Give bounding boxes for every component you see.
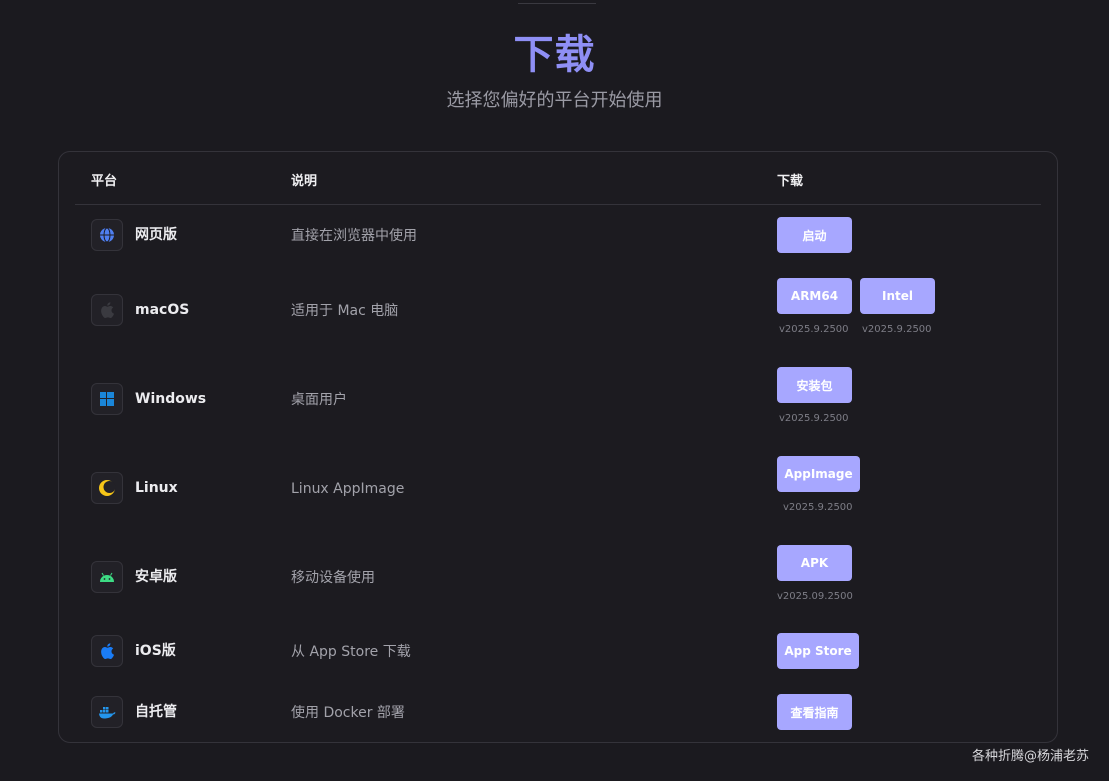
page-subtitle: 选择您偏好的平台开始使用	[446, 90, 663, 111]
linux-moon-icon	[91, 472, 123, 504]
download-linux-appimage-button[interactable]: AppImage	[777, 456, 860, 492]
platform-description: 直接在浏览器中使用	[291, 228, 417, 244]
version-label: v2025.9.2500	[862, 324, 932, 335]
android-icon	[91, 561, 123, 593]
platform-name: macOS	[135, 302, 190, 318]
column-header-description: 说明	[291, 174, 318, 189]
platform-description: 移动设备使用	[291, 570, 375, 586]
platform-name: Linux	[135, 480, 178, 496]
platform-description: 适用于 Mac 电脑	[291, 303, 399, 319]
platform-description: 从 App Store 下载	[291, 644, 411, 660]
version-label: v2025.9.2500	[779, 324, 849, 335]
platform-name: 安卓版	[135, 569, 177, 585]
platform-description: Linux AppImage	[291, 481, 405, 497]
platform-description: 桌面用户	[291, 392, 347, 408]
platform-name: iOS版	[135, 643, 176, 659]
app-store-button[interactable]: App Store	[777, 633, 859, 669]
apple-icon	[91, 635, 123, 667]
download-macos-arm64-button[interactable]: ARM64	[777, 278, 852, 314]
table-header: 平台 说明 下载	[75, 152, 1041, 205]
docker-icon	[91, 696, 123, 728]
platform-name: 自托管	[135, 704, 177, 720]
download-macos-intel-button[interactable]: Intel	[860, 278, 935, 314]
globe-icon	[91, 219, 123, 251]
watermark-text: 各种折腾@杨浦老苏	[971, 749, 1089, 764]
platform-description: 使用 Docker 部署	[291, 705, 405, 721]
apple-icon	[91, 294, 123, 326]
page-title: 下载	[513, 32, 596, 78]
view-guide-button[interactable]: 查看指南	[777, 694, 852, 730]
column-header-download: 下载	[777, 174, 804, 189]
column-header-platform: 平台	[91, 174, 118, 189]
top-divider	[518, 3, 596, 4]
download-windows-installer-button[interactable]: 安装包	[777, 367, 852, 403]
download-table: 平台 说明 下载 网页版 直接在浏览器中使用 启动 macOS 适用于 Mac …	[58, 151, 1058, 743]
windows-icon	[91, 383, 123, 415]
platform-name: 网页版	[135, 227, 177, 243]
download-android-apk-button[interactable]: APK	[777, 545, 852, 581]
launch-web-button[interactable]: 启动	[777, 217, 852, 253]
version-label: v2025.9.2500	[783, 502, 853, 513]
version-label: v2025.9.2500	[779, 413, 849, 424]
version-label: v2025.09.2500	[777, 591, 853, 602]
platform-name: Windows	[135, 391, 207, 407]
